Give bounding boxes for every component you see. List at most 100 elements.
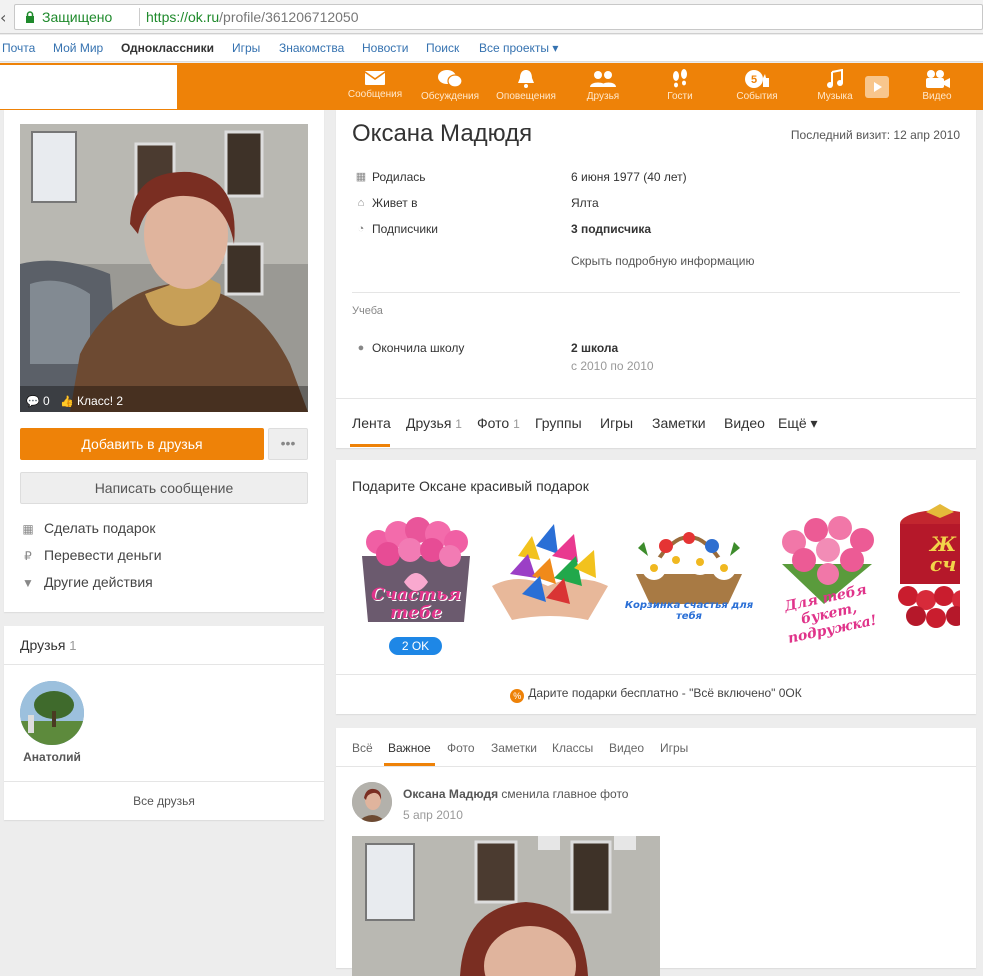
write-message-button[interactable]: Написать сообщение — [20, 472, 308, 504]
study-value[interactable]: 2 школа — [571, 341, 618, 355]
portal-link-news[interactable]: Новости — [362, 41, 408, 55]
post-header: Оксана Мадюдя сменила главное фото — [403, 787, 628, 801]
thumbs-up-icon: 👍 — [60, 396, 74, 408]
toolbar-music[interactable]: Музыка — [805, 63, 865, 110]
gift-text-3: Корзинка счастья для тебя — [624, 600, 754, 622]
gift-rose-bouquet[interactable]: Для тебя букет, подружка! — [764, 508, 894, 647]
bell-icon — [518, 70, 534, 88]
post-author-name[interactable]: Оксана Мадюдя — [403, 787, 498, 801]
study-label: Окончила школу — [372, 341, 465, 355]
info-value-subscribers[interactable]: 3 подписчика — [571, 222, 651, 236]
tab-more[interactable]: Ещё ▾ — [778, 415, 818, 432]
school-pin-icon: ● — [357, 342, 365, 354]
profile-info-card: Оксана Мадюдя Последний визит: 12 апр 20… — [336, 110, 976, 448]
gift-hatbox-roses[interactable]: Ж сч — [894, 504, 960, 634]
post-date[interactable]: 5 апр 2010 — [403, 808, 463, 822]
info-label-subscribers: Подписчики — [372, 222, 439, 236]
events-icon: 5 — [745, 70, 769, 88]
feed-tab-video[interactable]: Видео — [609, 741, 644, 755]
svg-text:5: 5 — [751, 74, 757, 86]
info-label-born: Родилась — [372, 170, 426, 184]
last-visit: Последний визит: 12 апр 2010 — [790, 128, 960, 142]
tab-notes[interactable]: Заметки — [652, 415, 706, 431]
add-friend-button[interactable]: Добавить в друзья — [20, 428, 264, 460]
calendar-icon: ▦ — [355, 171, 367, 183]
gift-butterflies[interactable] — [488, 516, 612, 632]
more-options-button[interactable]: ••• — [268, 428, 308, 460]
other-actions[interactable]: ▼ Другие действия — [20, 574, 153, 590]
tab-friends[interactable]: Друзья 1 — [406, 415, 462, 431]
post-author-avatar[interactable] — [352, 782, 392, 822]
footprints-icon — [673, 69, 687, 88]
ok-coin-icon: % — [510, 689, 525, 703]
top-toolbar: Сообщения Обсуждения Оповещения Друзья Г… — [0, 63, 983, 110]
url-field[interactable]: Защищено https://ok.ru/profile/361206712… — [14, 4, 983, 30]
feed-card: Всё Важное Фото Заметки Классы Видео Игр… — [336, 728, 976, 976]
comment-icon: 💬 — [26, 396, 40, 408]
gifts-free-link[interactable]: % Дарите подарки бесплатно - "Всё включен… — [336, 686, 976, 703]
portal-nav: Почта Мой Мир Одноклассники Игры Знакомс… — [0, 35, 983, 62]
photo-likes[interactable]: 👍 Класс! 2 — [60, 394, 123, 408]
friend-name[interactable]: Анатолий — [20, 750, 84, 764]
toolbar-video[interactable]: Видео — [908, 63, 966, 110]
active-tab-indicator — [350, 444, 390, 447]
toolbar-events[interactable]: 5 События — [727, 63, 787, 110]
post-photo[interactable] — [352, 836, 660, 976]
back-arrow-icon[interactable]: ‹ — [0, 8, 6, 27]
tab-video[interactable]: Видео — [724, 415, 765, 431]
toolbar-guests[interactable]: Гости — [650, 63, 710, 110]
gift-roses-box[interactable]: Счастья тебе — [354, 504, 478, 636]
study-years: с 2010 по 2010 — [571, 359, 654, 373]
gifts-card: Подарите Оксане красивый подарок Счастья… — [336, 460, 976, 714]
gift-daisy-basket[interactable]: Корзинка счастья для тебя — [624, 508, 754, 632]
triangle-down-icon: ▼ — [22, 576, 34, 590]
tab-groups[interactable]: Группы — [535, 415, 582, 431]
hide-info-link[interactable]: Скрыть подробную информацию — [571, 254, 754, 268]
gift-text-1: Счастья тебе — [371, 585, 461, 623]
portal-link-moimir[interactable]: Мой Мир — [53, 41, 103, 55]
toolbar-friends[interactable]: Друзья — [573, 63, 633, 110]
feed-tab-games[interactable]: Игры — [660, 741, 688, 755]
play-video-icon[interactable] — [865, 76, 889, 98]
rss-icon: ◔ — [357, 223, 365, 235]
feed-tab-photo[interactable]: Фото — [447, 741, 475, 755]
profile-photo[interactable]: 💬 0 👍 Класс! 2 — [20, 124, 308, 412]
music-note-icon — [827, 69, 843, 88]
post-action: сменила главное фото — [501, 787, 629, 801]
gift-price-badge[interactable]: 2 OK — [389, 637, 442, 655]
envelope-icon — [364, 71, 386, 85]
info-value-lives[interactable]: Ялта — [571, 196, 599, 210]
feed-tab-all[interactable]: Всё — [352, 741, 373, 755]
friends-icon — [590, 71, 616, 87]
photo-comments[interactable]: 💬 0 — [26, 394, 50, 408]
profile-name: Оксана Мадюдя — [352, 120, 533, 147]
feed-tab-likes[interactable]: Классы — [552, 741, 593, 755]
tab-photos[interactable]: Фото 1 — [477, 415, 520, 431]
tab-games[interactable]: Игры — [600, 415, 633, 431]
portal-link-all-projects[interactable]: Все проекты ▾ — [479, 41, 558, 55]
portal-link-games[interactable]: Игры — [232, 41, 260, 55]
feed-tab-notes[interactable]: Заметки — [491, 741, 537, 755]
send-money-action[interactable]: ₽ Перевести деньги — [20, 547, 161, 563]
gift-text-5: Ж сч — [930, 532, 957, 576]
secure-label: Защищено — [42, 9, 113, 25]
browser-address-bar: ‹ Защищено https://ok.ru/profile/3612067… — [0, 0, 983, 34]
portal-link-mail[interactable]: Почта — [2, 41, 35, 55]
info-value-born: 6 июня 1977 (40 лет) — [571, 170, 687, 184]
toolbar-notifications[interactable]: Оповещения — [495, 63, 557, 110]
friends-card-title[interactable]: Друзья 1 — [20, 637, 77, 653]
feed-tab-important[interactable]: Важное — [388, 741, 431, 755]
all-friends-link[interactable]: Все друзья — [4, 794, 324, 808]
profile-photo-image — [20, 124, 308, 412]
friend-avatar[interactable] — [20, 681, 84, 745]
toolbar-messages[interactable]: Сообщения — [345, 63, 405, 110]
make-gift-action[interactable]: ▦ Сделать подарок — [20, 520, 155, 536]
portal-link-dating[interactable]: Знакомства — [279, 41, 344, 55]
chat-bubbles-icon — [438, 70, 463, 88]
portal-link-search[interactable]: Поиск — [426, 41, 459, 55]
url-text[interactable]: https://ok.ru/profile/361206712050 — [146, 9, 359, 25]
toolbar-discussions[interactable]: Обсуждения — [419, 63, 481, 110]
tab-feed[interactable]: Лента — [352, 415, 391, 431]
house-icon: ⌂ — [357, 197, 365, 209]
portal-link-ok[interactable]: Одноклассники — [121, 41, 214, 55]
